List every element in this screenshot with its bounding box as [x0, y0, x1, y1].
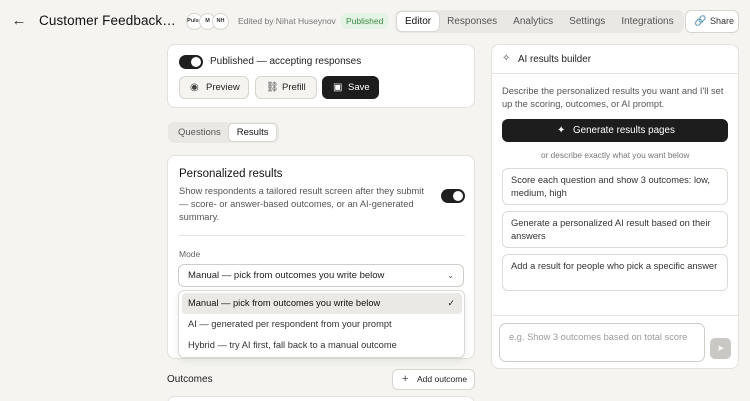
generate-label: Generate results pages — [573, 125, 675, 136]
back-arrow-icon[interactable]: ← — [10, 12, 28, 30]
suggestion-chip[interactable]: Generate a personalized AI result based … — [502, 211, 728, 248]
generate-results-pages-button[interactable]: ✦ Generate results pages — [502, 119, 728, 142]
eye-icon: ◉ — [190, 82, 199, 93]
section-description: Show respondents a tailored result scree… — [179, 186, 424, 222]
link-icon: ⛓ — [266, 82, 279, 93]
send-icon[interactable]: ➤ — [710, 338, 731, 359]
link-icon: 🔗 — [694, 16, 707, 27]
mode-label: Mode — [179, 249, 201, 259]
ai-prompt-placeholder: e.g. Show 3 outcomes based on total scor… — [509, 332, 688, 342]
add-outcome-button[interactable]: + Add outcome — [392, 369, 475, 390]
tab-integrations[interactable]: Integrations — [613, 12, 681, 31]
mode-dropdown: Manual — pick from outcomes you write be… — [178, 290, 465, 358]
divider — [492, 315, 738, 316]
avatar: NH — [212, 13, 229, 30]
chevron-down-icon: ⌄ — [447, 271, 454, 280]
check-icon: ✓ — [447, 298, 455, 308]
tab-responses[interactable]: Responses — [439, 12, 505, 31]
add-outcome-label: Add outcome — [417, 374, 468, 384]
main-tabs: Editor Responses Analytics Settings Inte… — [395, 10, 684, 33]
tab-questions[interactable]: Questions — [170, 124, 229, 141]
outcomes-title: Outcomes — [167, 374, 213, 385]
divider — [179, 235, 465, 236]
mode-select[interactable]: Manual — pick from outcomes you write be… — [178, 264, 464, 287]
option-label: AI — generated per respondent from your … — [188, 319, 392, 329]
tab-results[interactable]: Results — [228, 124, 277, 141]
publish-status-text: Published — accepting responses — [210, 56, 362, 67]
preview-label: Preview — [206, 82, 240, 93]
prefill-button[interactable]: ⛓ Prefill — [255, 76, 317, 99]
tab-settings[interactable]: Settings — [561, 12, 613, 31]
mode-selected-value: Manual — pick from outcomes you write be… — [188, 270, 385, 281]
publish-card: Published — accepting responses ◉ Previe… — [167, 44, 475, 108]
sparkle-icon: ✧ — [502, 53, 511, 64]
option-label: Hybrid — try AI first, fall back to a ma… — [188, 340, 397, 350]
suggestion-chip[interactable]: Add a result for people who pick a speci… — [502, 254, 728, 291]
divider — [492, 73, 738, 74]
form-title[interactable]: Customer Feedback… — [39, 13, 176, 28]
option-label: Manual — pick from outcomes you write be… — [188, 298, 381, 308]
share-button[interactable]: 🔗 Share — [685, 10, 739, 33]
ai-results-builder-panel: ✧ AI results builder Describe the person… — [491, 44, 739, 369]
personalized-results-toggle[interactable] — [441, 189, 465, 203]
mode-option-ai[interactable]: AI — generated per respondent from your … — [182, 314, 462, 335]
prefill-label: Prefill — [282, 82, 306, 93]
panel-title: AI results builder — [518, 54, 591, 65]
outcome-card — [167, 396, 475, 401]
save-button[interactable]: ▣ Save — [322, 76, 379, 99]
status-badge: Published — [340, 13, 390, 29]
ai-prompt-input[interactable]: e.g. Show 3 outcomes based on total scor… — [499, 323, 705, 362]
magic-wand-icon: ✦ — [557, 125, 566, 136]
panel-description: Describe the personalized results you wa… — [502, 86, 724, 109]
save-icon: ▣ — [333, 82, 343, 93]
preview-button[interactable]: ◉ Preview — [179, 76, 249, 99]
share-label: Share — [710, 16, 735, 26]
publish-toggle[interactable] — [179, 55, 203, 69]
questions-results-switch: Questions Results — [168, 122, 279, 143]
mode-option-hybrid[interactable]: Hybrid — try AI first, fall back to a ma… — [182, 335, 462, 356]
suggestion-chip[interactable]: Score each question and show 3 outcomes:… — [502, 168, 728, 205]
tab-analytics[interactable]: Analytics — [505, 12, 561, 31]
save-label: Save — [348, 82, 370, 93]
top-bar: ← Customer Feedback… Pulse M NH Edited b… — [0, 0, 750, 42]
mode-option-manual[interactable]: Manual — pick from outcomes you write be… — [182, 293, 462, 314]
plus-icon: + — [402, 373, 409, 385]
edited-by-text: Edited by Nihat Huseynov — [238, 16, 336, 26]
section-title: Personalized results — [179, 168, 283, 180]
tab-editor[interactable]: Editor — [397, 12, 440, 31]
or-describe-text: or describe exactly what you want below — [541, 150, 690, 160]
